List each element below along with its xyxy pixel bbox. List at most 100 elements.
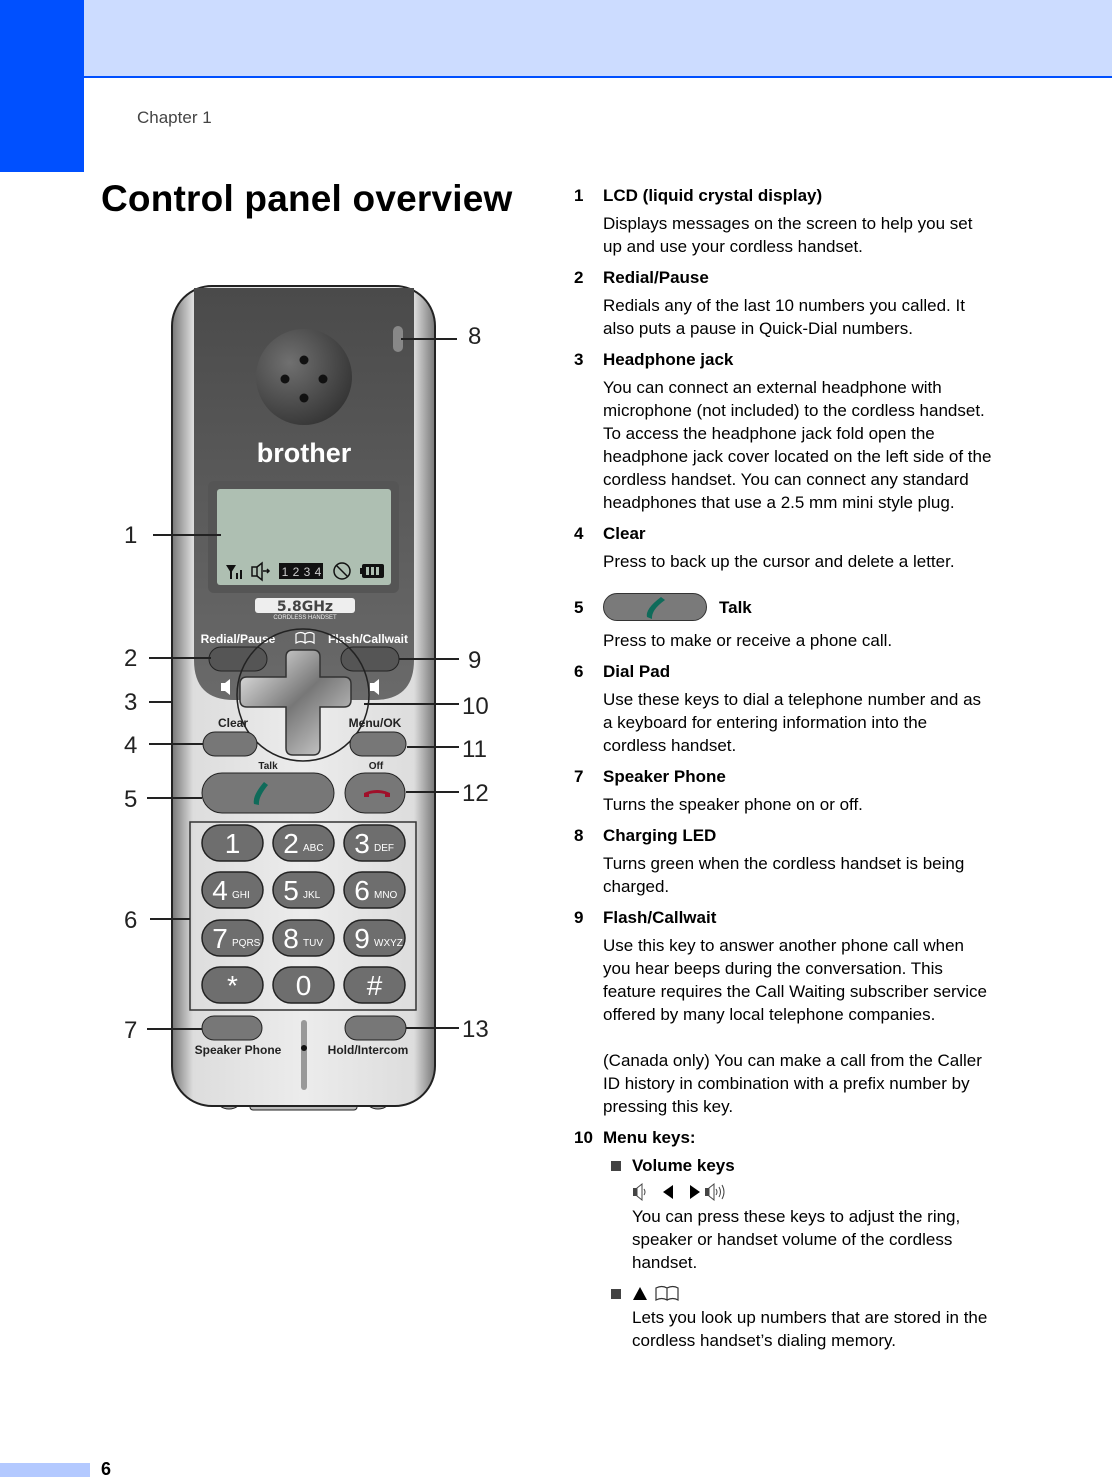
dial-key-5[interactable]: 5 JKL [272,871,335,909]
item-body: Press to make or receive a phone call. [603,631,893,650]
dial-key-letters: JKL [303,890,321,901]
dial-key-star[interactable]: * [201,966,264,1004]
item-redial-pause: 2 Redial/Pause Redials any of the last 1… [574,266,994,340]
dial-key-digit: 5 [283,875,299,906]
callout-line-9 [399,658,459,660]
item-number: 5 [574,598,584,617]
item-number: 1 [574,186,584,205]
svg-text:5.8GHz: 5.8GHz [277,599,333,615]
item-headphone-jack: 3 Headphone jack You can connect an exte… [574,348,994,514]
item-heading: Headphone jack [603,350,734,369]
dial-key-1[interactable]: 1 [201,824,264,862]
callout-line-1 [153,534,221,536]
dial-key-digit: 0 [296,970,312,1001]
talk-button [201,772,335,814]
callout-line-13 [406,1027,459,1029]
svg-text:Off: Off [369,761,384,772]
redial-pause-button [208,646,268,672]
callout-1: 1 [124,522,138,549]
dial-key-2[interactable]: 2 ABC [272,824,335,862]
svg-text:2: 2 [293,565,300,579]
callout-line-11 [407,746,459,748]
dial-key-7[interactable]: 7 PQRS [201,919,264,957]
dial-key-digit: * [227,970,238,1001]
item-heading: Dial Pad [603,662,671,681]
dial-key-4[interactable]: 4 GHI [201,871,264,909]
dial-key-letters: TUV [303,938,323,949]
dial-key-digit: 7 [212,923,228,954]
brand-logo: brother [257,438,352,468]
callout-12: 12 [462,780,489,807]
callout-line-7 [147,1028,202,1030]
dial-key-8[interactable]: 8 TUV [272,919,335,957]
item-speaker-phone: 7 Speaker Phone Turns the speaker phone … [574,765,994,816]
svg-text:1: 1 [282,565,289,579]
item-body: You can connect an external headphone wi… [603,378,992,512]
phone-handset-icon [646,597,665,619]
svg-text:Flash/Callwait: Flash/Callwait [328,632,408,646]
speaker-phone-button [201,1015,263,1041]
callout-4: 4 [124,732,138,759]
callout-6: 6 [124,907,138,934]
phonebook-glyphs [632,1282,994,1304]
volume-high-icon [705,1182,725,1202]
dial-key-3[interactable]: 3 DEF [343,824,406,862]
component-descriptions: 1 LCD (liquid crystal display) Displays … [574,184,994,1352]
item-charging-led: 8 Charging LED Turns green when the cord… [574,824,994,898]
left-arrow-icon [663,1185,673,1199]
item-body-canada: (Canada only) You can make a call from t… [603,1051,982,1116]
dial-key-letters: MNO [374,890,398,901]
item-heading: Clear [603,524,646,543]
talk-button-icon [603,593,707,621]
item-heading: Speaker Phone [603,767,726,786]
svg-text:Speaker Phone: Speaker Phone [195,1043,282,1057]
dial-key-digit: 9 [354,923,370,954]
page-title: Control panel overview [101,178,513,219]
item-body: Displays messages on the screen to help … [603,214,973,256]
item-heading: Redial/Pause [603,268,709,287]
bullet-square [611,1289,621,1299]
item-body: Turns the speaker phone on or off. [603,795,863,814]
item-heading: Menu keys: [603,1128,696,1147]
dial-key-letters: ABC [303,843,324,854]
item-body: Turns green when the cordless handset is… [603,854,965,896]
subitem-body: You can press these keys to adjust the r… [632,1207,961,1272]
lcd-battery-icon [360,564,384,578]
callout-line-5 [147,797,202,799]
dial-key-digit: 3 [354,828,370,859]
dial-key-letters: WXYZ [374,938,403,949]
dial-key-letters: DEF [374,843,394,854]
dial-key-0[interactable]: 0 [272,966,335,1004]
up-arrow-icon [633,1287,647,1300]
item-number: 2 [574,268,584,287]
subitem-volume-keys: Volume keys You can press these keys to … [603,1154,994,1274]
dial-key-6[interactable]: 6 MNO [343,871,406,909]
chapter-label: Chapter 1 [137,108,212,127]
item-heading: Talk [719,597,752,617]
callout-line-12 [406,791,459,793]
callout-8: 8 [468,323,482,350]
dial-key-9[interactable]: 9 WXYZ [343,919,406,957]
hold-intercom-button [344,1015,407,1041]
bullet-square [611,1161,621,1171]
dial-key-digit: # [367,970,383,1001]
dial-key-digit: 8 [283,923,299,954]
header-rule [84,76,1112,78]
item-number: 6 [574,662,584,681]
item-number: 3 [574,350,584,369]
dial-key-digit: 4 [212,875,228,906]
item-number: 4 [574,524,584,543]
dial-key-hash[interactable]: # [343,966,406,1004]
header-band [0,0,1112,76]
dial-key-digit: 2 [283,828,299,859]
volume-keys-glyphs [632,1181,994,1203]
svg-text:Talk: Talk [258,761,278,772]
item-heading: Flash/Callwait [603,908,717,927]
item-heading: Charging LED [603,826,717,845]
callout-line-3 [149,701,173,703]
chapter-tab [0,0,84,172]
item-number: 9 [574,908,584,927]
callout-line-10 [364,703,459,705]
svg-text:4: 4 [315,565,322,579]
item-number: 8 [574,826,584,845]
